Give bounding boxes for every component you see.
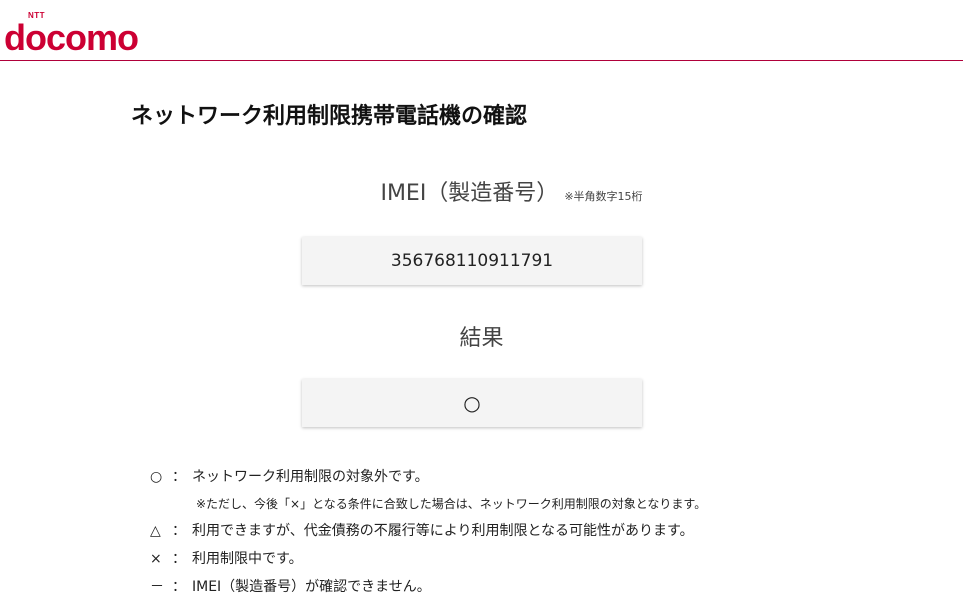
legend-text: IMEI（製造番号）が確認できません。: [192, 579, 431, 595]
legend-symbol: △: [150, 523, 161, 539]
logo-docomo-text: docomo: [4, 17, 139, 58]
legend-item-unknown: － ： IMEI（製造番号）が確認できません。: [150, 580, 706, 608]
imei-label: IMEI（製造番号） ※半角数字15桁: [30, 175, 963, 207]
legend-symbol: ×: [150, 551, 162, 567]
imei-note: ※半角数字15桁: [564, 190, 643, 203]
header: NTT docomo: [0, 0, 963, 61]
page-title: ネットワーク利用制限携帯電話機の確認: [131, 104, 528, 129]
legend-item-restricted: × ： 利用制限中です。: [150, 552, 706, 580]
legend-item-ok: ○ ： ネットワーク利用制限の対象外です。: [150, 470, 706, 498]
legend-item-warning: △ ： 利用できますが、代金債務の不履行等により利用制限となる可能性があります。: [150, 524, 706, 552]
imei-value-field: 356768110911791: [302, 237, 642, 285]
legend-text: 利用制限中です。: [192, 551, 303, 567]
legend-colon: ：: [172, 469, 186, 485]
legend-text: 利用できますが、代金債務の不履行等により利用制限となる可能性があります。: [192, 523, 694, 539]
legend-note: ※ただし、今後「×」となる条件に合致した場合は、ネットワーク利用制限の対象となり…: [196, 497, 707, 511]
legend-symbol: ○: [150, 469, 163, 485]
legend-colon: ：: [172, 523, 186, 539]
legend-colon: ：: [172, 551, 186, 567]
result-legend: ○ ： ネットワーク利用制限の対象外です。 ※ただし、今後「×」となる条件に合致した…: [150, 470, 706, 608]
result-value-field: ○: [302, 379, 642, 427]
legend-text: ネットワーク利用制限の対象外です。: [192, 469, 429, 485]
result-label: 結果: [459, 326, 504, 351]
legend-symbol: －: [150, 579, 164, 595]
legend-colon: ：: [172, 579, 186, 595]
imei-label-text: IMEI（製造番号）: [380, 181, 559, 206]
